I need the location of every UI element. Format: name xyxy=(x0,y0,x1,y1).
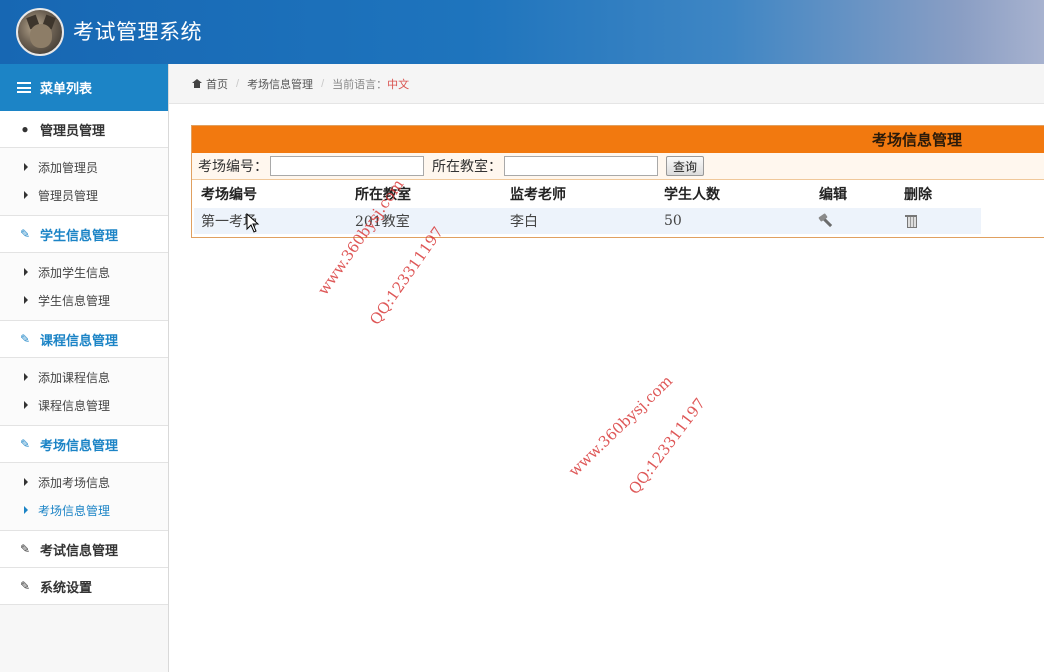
breadcrumb-home[interactable]: 首页 xyxy=(206,76,228,92)
sidebar-group-label: 课程信息管理 xyxy=(40,332,119,348)
sidebar-group-label: 系统设置 xyxy=(40,579,93,595)
caret-right-icon xyxy=(24,478,28,486)
sidebar-group-student[interactable]: ✎ 学生信息管理 xyxy=(0,216,168,253)
column-header: 考场编号 xyxy=(201,187,257,203)
cell-student-count: 50 xyxy=(657,208,812,234)
sidebar-item-add-room[interactable]: 添加考场信息 xyxy=(0,468,168,496)
app-header: 考试管理系统 xyxy=(0,0,1044,64)
breadcrumb-separator: / xyxy=(236,77,240,90)
edit-icon: ✎ xyxy=(19,227,31,241)
sidebar-item-student-manage[interactable]: 学生信息管理 xyxy=(0,286,168,314)
sidebar-group-course[interactable]: ✎ 课程信息管理 xyxy=(0,321,168,358)
caret-right-icon xyxy=(24,401,28,409)
classroom-input[interactable] xyxy=(504,156,658,176)
sidebar-group-label: 学生信息管理 xyxy=(40,227,119,243)
home-icon xyxy=(192,79,202,88)
table-row: 第一考场 201教室 李白 50 xyxy=(194,208,981,234)
sidebar-item-add-course[interactable]: 添加课程信息 xyxy=(0,363,168,391)
edit-icon: ✎ xyxy=(19,437,31,451)
sidebar-group-settings[interactable]: ✎ 系统设置 xyxy=(0,568,168,605)
caret-right-icon xyxy=(24,373,28,381)
app-title: 考试管理系统 xyxy=(73,20,202,44)
edit-tools-icon[interactable] xyxy=(819,214,833,228)
sidebar-menu-title: 菜单列表 xyxy=(40,81,93,96)
sidebar-group-label: 考场信息管理 xyxy=(40,437,119,453)
menu-icon xyxy=(17,82,31,93)
sidebar-item-add-admin[interactable]: 添加管理员 xyxy=(0,153,168,181)
table-header: 考场编号 所在教室 监考老师 学生人数 编辑 删除 xyxy=(194,180,981,208)
user-icon: ● xyxy=(21,122,29,136)
mouse-cursor-icon xyxy=(246,213,260,233)
cell-room-id: 第一考场 xyxy=(194,208,348,234)
room-id-input[interactable] xyxy=(270,156,424,176)
column-header: 学生人数 xyxy=(664,187,720,203)
room-id-label: 考场编号： xyxy=(198,159,268,175)
column-header: 删除 xyxy=(904,187,932,203)
edit-icon: ✎ xyxy=(19,579,31,593)
sidebar-subitems-course: 添加课程信息 课程信息管理 xyxy=(0,358,168,426)
sidebar-menu-header[interactable]: 菜单列表 xyxy=(0,64,168,111)
cell-teacher: 李白 xyxy=(503,208,657,234)
column-header: 编辑 xyxy=(819,187,847,203)
avatar xyxy=(16,8,64,56)
sidebar-group-exam[interactable]: ✎ 考试信息管理 xyxy=(0,531,168,568)
column-header: 监考老师 xyxy=(510,187,566,203)
sidebar-group-label: 考试信息管理 xyxy=(40,542,119,558)
edit-icon: ✎ xyxy=(19,332,31,346)
sidebar-subitems-room: 添加考场信息 考场信息管理 xyxy=(0,463,168,531)
cell-edit xyxy=(812,208,897,234)
classroom-label: 所在教室： xyxy=(432,159,502,175)
search-bar: 考场编号： 所在教室： 查询 xyxy=(192,153,1044,180)
caret-right-icon xyxy=(24,191,28,199)
room-table: 考场编号 所在教室 监考老师 学生人数 编辑 删除 第一考场 201教室 李白 … xyxy=(194,180,981,234)
panel-title: 考场信息管理 xyxy=(192,126,1044,153)
sidebar-subitems-student: 添加学生信息 学生信息管理 xyxy=(0,253,168,321)
search-button[interactable]: 查询 xyxy=(666,156,705,176)
watermark-qq: QQ:123311197 xyxy=(366,223,448,329)
breadcrumb-current[interactable]: 考场信息管理 xyxy=(247,76,313,92)
sidebar-item-add-student[interactable]: 添加学生信息 xyxy=(0,258,168,286)
sidebar-group-label: 管理员管理 xyxy=(40,122,106,138)
column-header: 所在教室 xyxy=(355,187,411,203)
sidebar-group-admin[interactable]: ● 管理员管理 xyxy=(0,111,168,148)
room-panel: 考场信息管理 考场编号： 所在教室： 查询 考场编号 所在教室 监考老师 学生人… xyxy=(191,125,1044,238)
language-label: 当前语言： xyxy=(332,78,388,91)
breadcrumb: 首页 / 考场信息管理 / 当前语言： 中文 xyxy=(169,64,1044,104)
caret-right-icon xyxy=(24,506,28,514)
caret-right-icon xyxy=(24,296,28,304)
sidebar-item-room-manage[interactable]: 考场信息管理 xyxy=(0,496,168,524)
sidebar-group-room[interactable]: ✎ 考场信息管理 xyxy=(0,426,168,463)
sidebar-subitems-admin: 添加管理员 管理员管理 xyxy=(0,148,168,216)
sidebar: 菜单列表 ● 管理员管理 添加管理员 管理员管理 ✎ 学生信息管理 添加学生信息… xyxy=(0,64,169,672)
breadcrumb-separator: / xyxy=(321,77,325,90)
caret-right-icon xyxy=(24,268,28,276)
language-value[interactable]: 中文 xyxy=(387,76,409,92)
caret-right-icon xyxy=(24,163,28,171)
cell-delete xyxy=(897,208,981,234)
trash-icon[interactable] xyxy=(904,214,918,228)
edit-icon: ✎ xyxy=(19,542,31,556)
sidebar-item-course-manage[interactable]: 课程信息管理 xyxy=(0,391,168,419)
sidebar-item-admin-manage[interactable]: 管理员管理 xyxy=(0,181,168,209)
